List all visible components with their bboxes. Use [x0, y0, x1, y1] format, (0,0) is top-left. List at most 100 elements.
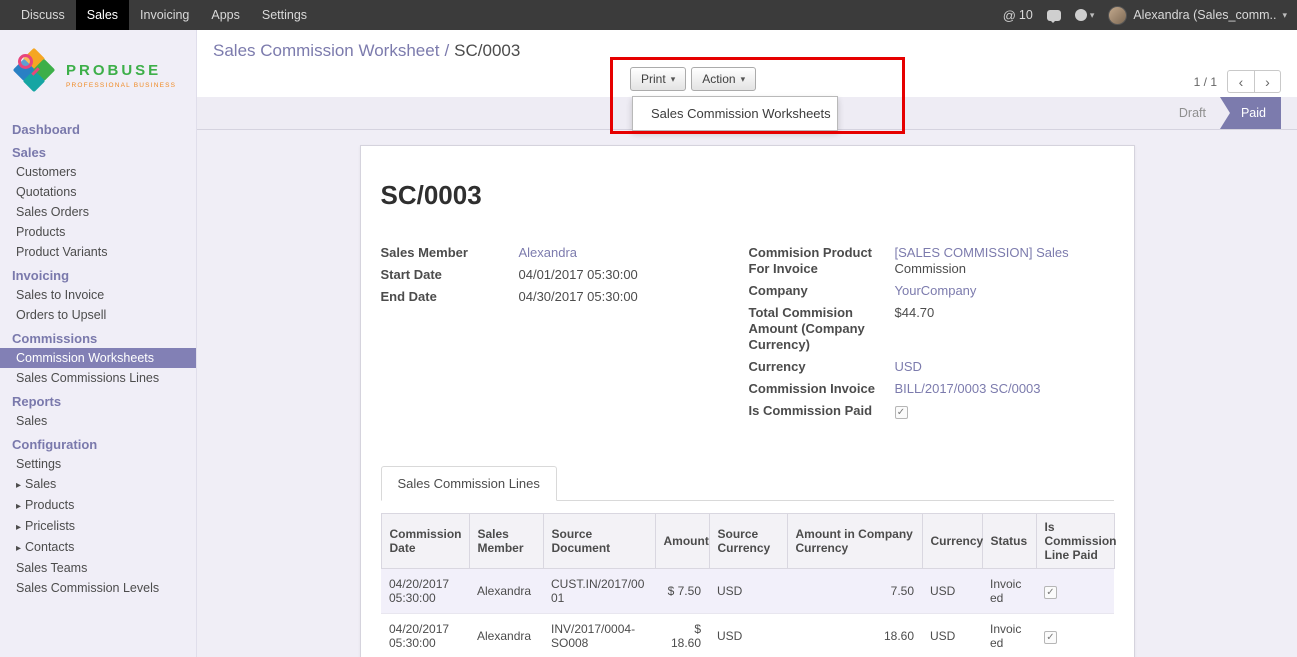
- systray: @ 10 ▾ Alexandra (Sales_comm.. ▾: [1003, 0, 1297, 30]
- sidebar-item-sales-commissions-lines[interactable]: Sales Commissions Lines: [0, 368, 196, 388]
- sidebar-item-commission-worksheets[interactable]: Commission Worksheets: [0, 348, 196, 368]
- field-value-end-date: 04/30/2017 05:30:00: [519, 289, 749, 305]
- sidebar-item-sales-to-invoice[interactable]: Sales to Invoice: [0, 285, 196, 305]
- sidebar-item-quotations[interactable]: Quotations: [0, 182, 196, 202]
- logo-title: PROBUSE: [66, 62, 176, 79]
- col-header-commission-date[interactable]: Commission Date: [381, 514, 469, 569]
- field-value-commission-product[interactable]: [SALES COMMISSION] Sales: [895, 245, 1069, 260]
- user-menu[interactable]: Alexandra (Sales_comm.. ▾: [1108, 6, 1287, 25]
- col-header-sales-member[interactable]: Sales Member: [469, 514, 543, 569]
- sidebar-item-label: Pricelists: [25, 519, 75, 533]
- breadcrumb-current: SC/0003: [454, 41, 520, 60]
- sidebar-item-customers[interactable]: Customers: [0, 162, 196, 182]
- print-button-label: Print: [641, 72, 666, 86]
- cell-currency: USD: [922, 569, 982, 614]
- table-row[interactable]: 04/20/2017 05:30:00 Alexandra INV/2017/0…: [381, 614, 1114, 657]
- field-label-commission-product: Commision Product For Invoice: [749, 245, 895, 277]
- sidebar-heading-sales[interactable]: Sales: [0, 143, 196, 162]
- sidebar-item-label: Contacts: [25, 540, 74, 554]
- is-commission-paid-checkbox[interactable]: ✓: [895, 406, 908, 419]
- field-value-total-commission-amount: $44.70: [895, 305, 1114, 353]
- sidebar-item-sales-teams[interactable]: Sales Teams: [0, 558, 196, 578]
- cell-company-amount: 7.50: [787, 569, 922, 614]
- sidebar-item-reports-sales[interactable]: Sales: [0, 411, 196, 431]
- sidebar-item-label: Sales: [25, 477, 56, 491]
- messages-icon[interactable]: [1047, 10, 1061, 21]
- col-header-amount-company-currency[interactable]: Amount in Company Currency: [787, 514, 922, 569]
- field-value-currency[interactable]: USD: [895, 359, 922, 374]
- sidebar-heading-dashboard[interactable]: Dashboard: [0, 120, 196, 139]
- col-header-amount[interactable]: Amount: [655, 514, 709, 569]
- status-paid[interactable]: Paid: [1220, 97, 1281, 129]
- line-paid-checkbox[interactable]: ✓: [1044, 586, 1057, 599]
- cell-amount: $ 7.50: [655, 569, 709, 614]
- sidebar-item-products[interactable]: Products: [0, 222, 196, 242]
- field-label-commission-invoice: Commission Invoice: [749, 381, 895, 397]
- table-row[interactable]: 04/20/2017 05:30:00 Alexandra CUST.IN/20…: [381, 569, 1114, 614]
- field-value-commission-invoice[interactable]: BILL/2017/0003 SC/0003: [895, 381, 1041, 396]
- print-button[interactable]: Print ▾: [630, 67, 686, 91]
- sidebar-heading-invoicing[interactable]: Invoicing: [0, 266, 196, 285]
- breadcrumb: Sales Commission Worksheet/SC/0003: [213, 41, 520, 61]
- col-header-is-commission-line-paid[interactable]: Is Commission Line Paid: [1036, 514, 1114, 569]
- line-paid-checkbox[interactable]: ✓: [1044, 631, 1057, 644]
- pager-next-button[interactable]: ›: [1254, 70, 1281, 93]
- activity-menu[interactable]: ▾: [1075, 9, 1095, 21]
- col-header-source-document[interactable]: Source Document: [543, 514, 655, 569]
- col-header-source-currency[interactable]: Source Currency: [709, 514, 787, 569]
- mention-icon: @: [1003, 8, 1016, 23]
- caret-down-icon: ▾: [1090, 10, 1095, 21]
- nav-item-settings[interactable]: Settings: [251, 0, 318, 30]
- nav-item-discuss[interactable]: Discuss: [10, 0, 76, 30]
- sidebar-item-config-products[interactable]: ▸Products: [0, 495, 196, 516]
- col-header-currency[interactable]: Currency: [922, 514, 982, 569]
- sidebar-heading-configuration[interactable]: Configuration: [0, 435, 196, 454]
- nav-item-apps[interactable]: Apps: [200, 0, 251, 30]
- action-button[interactable]: Action ▾: [691, 67, 756, 91]
- cell-sales-member: Alexandra: [469, 614, 543, 657]
- caret-right-icon: ▸: [16, 522, 21, 533]
- col-header-status[interactable]: Status: [982, 514, 1036, 569]
- nav-item-invoicing[interactable]: Invoicing: [129, 0, 200, 30]
- form-fields: Sales Member Alexandra Start Date 04/01/…: [381, 245, 1114, 425]
- sidebar-item-settings[interactable]: Settings: [0, 454, 196, 474]
- control-panel-buttons: Print ▾ Action ▾: [630, 67, 756, 91]
- dropdown-item-sales-commission-worksheets[interactable]: Sales Commission Worksheets: [633, 101, 837, 126]
- field-value-sales-member[interactable]: Alexandra: [519, 245, 578, 260]
- pager-previous-button[interactable]: ‹: [1227, 70, 1254, 93]
- sidebar-item-pricelists[interactable]: ▸ Pricelists: [0, 516, 196, 537]
- mentions-badge[interactable]: @ 10: [1003, 8, 1033, 23]
- probuse-logo: PROBUSE PROFESSIONAL BUSINESS: [0, 30, 196, 116]
- pager-value: 1 / 1: [1194, 75, 1217, 89]
- cell-company-amount: 18.60: [787, 614, 922, 657]
- sidebar-item-sales-commission-levels[interactable]: Sales Commission Levels: [0, 578, 196, 598]
- print-dropdown-menu: Sales Commission Worksheets: [632, 96, 838, 131]
- tab-bar: Sales Commission Lines: [381, 465, 1114, 501]
- nav-item-sales[interactable]: Sales: [76, 0, 129, 30]
- field-value-company[interactable]: YourCompany: [895, 283, 977, 298]
- table-header-row: Commission Date Sales Member Source Docu…: [381, 514, 1114, 569]
- sidebar-item-config-sales[interactable]: ▸Sales: [0, 474, 196, 495]
- notebook: Sales Commission Lines Commission Date S: [381, 465, 1114, 657]
- pager: 1 / 1 ‹ ›: [1194, 70, 1281, 93]
- cell-source-document: INV/2017/0004-SO008: [543, 614, 655, 657]
- cell-status: Invoiced: [982, 614, 1036, 657]
- top-navbar: Discuss Sales Invoicing Apps Settings @ …: [0, 0, 1297, 30]
- sidebar-item-sales-orders[interactable]: Sales Orders: [0, 202, 196, 222]
- sheet: SC/0003 Sales Member Alexandra Start Dat…: [360, 145, 1135, 657]
- sidebar-heading-commissions[interactable]: Commissions: [0, 329, 196, 348]
- cell-source-currency: USD: [709, 569, 787, 614]
- breadcrumb-parent-link[interactable]: Sales Commission Worksheet: [213, 41, 439, 60]
- mention-count: 10: [1019, 8, 1033, 22]
- avatar: [1108, 6, 1127, 25]
- tab-sales-commission-lines[interactable]: Sales Commission Lines: [381, 466, 557, 501]
- caret-right-icon: ▸: [16, 501, 21, 512]
- sidebar-item-contacts[interactable]: ▸Contacts: [0, 537, 196, 558]
- app-menu: Discuss Sales Invoicing Apps Settings: [0, 0, 318, 30]
- status-draft[interactable]: Draft: [1165, 97, 1220, 129]
- sidebar-item-orders-to-upsell[interactable]: Orders to Upsell: [0, 305, 196, 325]
- field-value-start-date: 04/01/2017 05:30:00: [519, 267, 749, 283]
- sidebar-heading-reports[interactable]: Reports: [0, 392, 196, 411]
- field-label-start-date: Start Date: [381, 267, 519, 283]
- sidebar-item-product-variants[interactable]: Product Variants: [0, 242, 196, 262]
